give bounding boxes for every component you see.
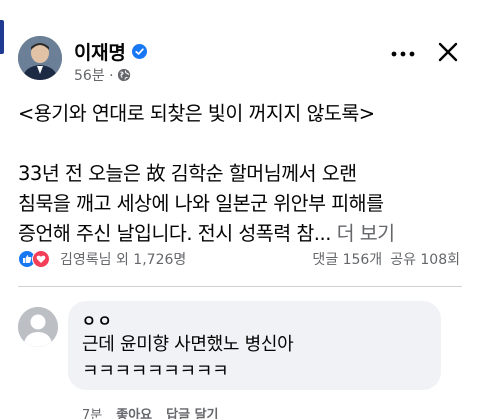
post-title-line: <용기와 연대로 되찾은 빛이 꺼지지 않도록> — [18, 102, 375, 125]
more-options-icon — [391, 51, 415, 57]
post-header: 이재명 56분 · — [18, 36, 462, 86]
author-name[interactable]: 이재명 — [74, 38, 147, 65]
comment-text-line: ㅋㅋㅋㅋㅋㅋㅋㅋㅋ — [82, 361, 229, 382]
post-meta: 56분 · — [74, 65, 131, 85]
post-text: <용기와 연대로 되찾은 빛이 꺼지지 않도록> 33년 전 오늘은 故 김학순… — [18, 99, 466, 249]
globe-icon — [117, 68, 130, 82]
reaction-icons[interactable] — [18, 250, 50, 268]
comment-like-button[interactable]: 좋아요 — [116, 404, 152, 419]
more-options-button[interactable] — [388, 42, 418, 66]
commenter-avatar[interactable] — [18, 307, 58, 347]
post-time[interactable]: 56분 · — [74, 65, 114, 85]
post-body-line: 침묵을 깨고 세상에 나와 일본군 위안부 피해를 — [18, 192, 384, 215]
post-body-line-last: 증언해 주신 날입니다. 전시 성폭력 참... 더 보기 — [18, 219, 466, 249]
post-body-line: 33년 전 오늘은 故 김학순 할머님께서 오랜 — [18, 162, 357, 185]
see-more-link[interactable]: 더 보기 — [337, 222, 396, 245]
comment-count[interactable]: 댓글 156개 — [312, 249, 382, 269]
author-avatar[interactable] — [18, 36, 62, 80]
engagement-counts: 댓글 156개 공유 108회 — [312, 249, 460, 269]
comment-author[interactable]: ㅇㅇ — [82, 311, 427, 331]
comment-reply-button[interactable]: 답글 달기 — [166, 404, 218, 419]
share-count[interactable]: 공유 108회 — [390, 249, 460, 269]
verified-badge-icon — [131, 44, 147, 59]
reaction-summary[interactable]: 김영록님 외 1,726명 — [60, 249, 186, 269]
left-accent-bar — [0, 20, 4, 54]
post-stats: 김영록님 외 1,726명 댓글 156개 공유 108회 — [18, 249, 460, 271]
author-name-text: 이재명 — [74, 42, 126, 64]
comment-time[interactable]: 7분 — [82, 404, 102, 419]
comment-actions: 7분 좋아요 답글 달기 — [82, 404, 219, 419]
comment-text-line: 근데 윤미향 사면했노 병신아 — [82, 334, 294, 355]
close-button[interactable] — [434, 38, 462, 66]
comment-bubble: ㅇㅇ 근데 윤미향 사면했노 병신아 ㅋㅋㅋㅋㅋㅋㅋㅋㅋ — [68, 301, 441, 390]
post-body-line: 증언해 주신 날입니다. 전시 성폭력 참... — [18, 222, 331, 245]
love-reaction-icon — [32, 250, 50, 268]
divider — [18, 286, 462, 287]
close-icon — [438, 42, 458, 62]
